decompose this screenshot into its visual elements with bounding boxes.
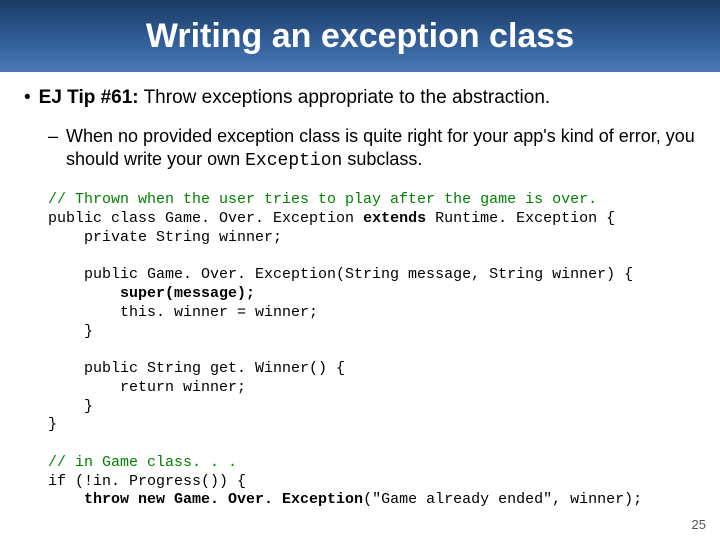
code-super: super(message); [48,285,255,302]
exception-mono: Exception [245,151,342,171]
code-keyword-extends: extends [363,210,426,227]
bullet-2-after: subclass. [342,149,422,169]
bullet-1-text: EJ Tip #61: Throw exceptions appropriate… [39,86,551,111]
page-number: 25 [692,517,706,532]
code-comment-2: // in Game class. . . [48,454,237,471]
code-line: private String winner; [48,229,282,246]
code-line: return winner; [48,379,246,396]
code-line: public class Game. Over. Exception [48,210,363,227]
code-throw: throw new Game. Over. Exception [48,491,363,508]
page-title: Writing an exception class [146,17,574,56]
code-line: this. winner = winner; [48,304,318,321]
code-line: public String get. Winner() { [48,360,345,377]
code-line: } [48,398,93,415]
code-block: // Thrown when the user tries to play af… [48,191,696,510]
code-comment-1: // Thrown when the user tries to play af… [48,191,597,208]
content-area: • EJ Tip #61: Throw exceptions appropria… [0,72,720,510]
code-line: public Game. Over. Exception(String mess… [48,266,633,283]
bullet-2-text: When no provided exception class is quit… [66,125,696,174]
bullet-level-2: – When no provided exception class is qu… [48,125,696,174]
title-bar: Writing an exception class [0,0,720,72]
code-line: } [48,323,93,340]
code-line: ("Game already ended", winner); [363,491,642,508]
bullet-dash: – [48,125,58,174]
code-line: if (!in. Progress()) { [48,473,246,490]
bullet-level-1: • EJ Tip #61: Throw exceptions appropria… [24,86,696,111]
tip-text: Throw exceptions appropriate to the abst… [139,87,551,108]
bullet-dot: • [24,86,31,111]
code-line: } [48,416,57,433]
tip-label: EJ Tip #61: [39,87,139,108]
code-line: Runtime. Exception { [426,210,615,227]
slide: Writing an exception class • EJ Tip #61:… [0,0,720,540]
